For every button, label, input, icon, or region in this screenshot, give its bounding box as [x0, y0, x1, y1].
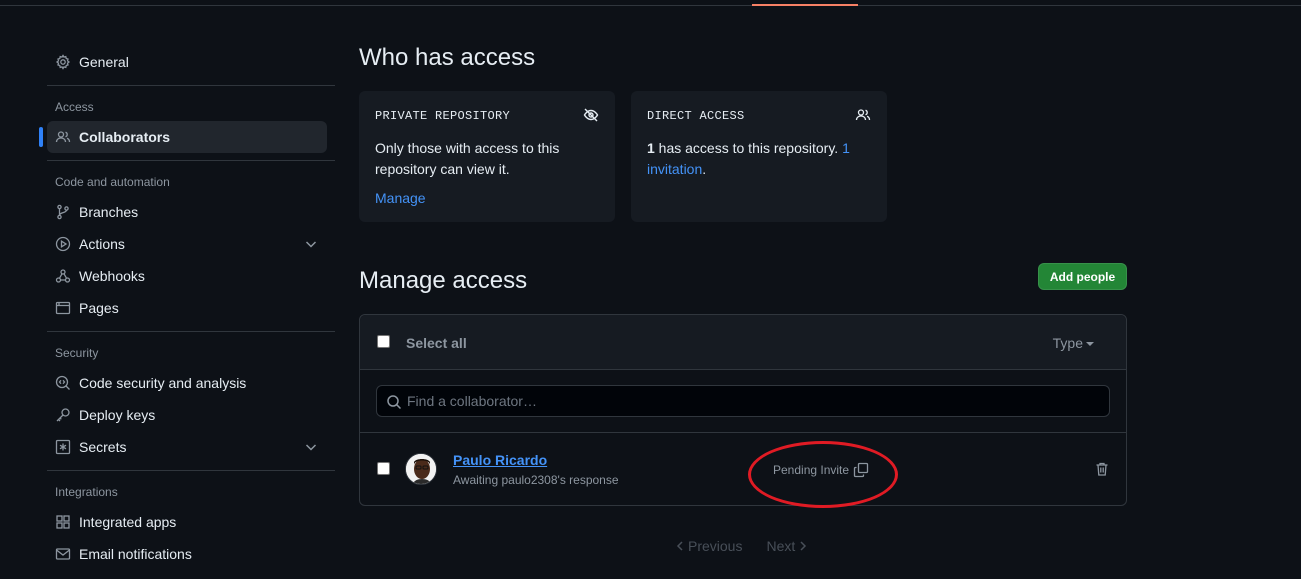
period: . — [702, 161, 707, 177]
search-field — [376, 385, 1110, 417]
direct-access-card: DIRECT ACCESS 1 has access to this repos… — [631, 91, 887, 222]
sidebar-item-label: Webhooks — [79, 268, 145, 284]
chevron-left-icon — [676, 541, 683, 551]
collaborators-box: Select all Type Find a collaborator… Pau… — [359, 314, 1127, 506]
section-heading-security: Security — [55, 346, 99, 360]
card-text: Only those with access to this repositor… — [375, 140, 560, 177]
access-count: 1 — [647, 140, 655, 156]
type-filter-label: Type — [1052, 335, 1083, 351]
sidebar-item-webhooks[interactable]: Webhooks — [47, 260, 335, 292]
next-label: Next — [766, 538, 796, 554]
select-all-label: Select all — [406, 335, 467, 351]
manage-link[interactable]: Manage — [375, 190, 426, 206]
browser-icon — [55, 300, 71, 316]
page-title: Who has access — [359, 44, 536, 71]
sidebar-item-branches[interactable]: Branches — [47, 196, 335, 228]
sidebar-item-pages[interactable]: Pages — [47, 292, 335, 324]
sidebar-item-label: Code security and analysis — [79, 375, 247, 391]
sidebar-item-integrated-apps[interactable]: Integrated apps — [47, 506, 335, 538]
trash-icon[interactable] — [1094, 461, 1110, 477]
sidebar-item-label: Branches — [79, 204, 139, 220]
collaborator-status: Awaiting paulo2308's response — [453, 473, 619, 487]
annotation-circle — [748, 441, 898, 508]
apps-icon — [55, 514, 71, 530]
codescan-icon — [55, 375, 71, 391]
people-icon — [855, 107, 871, 123]
card-caption: PRIVATE REPOSITORY — [375, 109, 511, 123]
top-nav-bar — [0, 0, 1301, 6]
card-text: 1 has access to this repository. 1 invit… — [647, 138, 871, 180]
webhook-icon — [55, 268, 71, 284]
sidebar-item-actions[interactable]: Actions — [47, 228, 335, 260]
play-icon — [55, 236, 71, 252]
sidebar-item-label: Deploy keys — [79, 407, 156, 423]
chevron-down-icon[interactable] — [303, 439, 319, 455]
mail-icon — [55, 546, 71, 562]
next-page-button[interactable]: Next — [766, 538, 811, 554]
box-header: Select all Type — [360, 315, 1126, 370]
search-section — [360, 370, 1126, 433]
chevron-down-icon[interactable] — [303, 236, 319, 252]
select-all-checkbox[interactable] — [377, 335, 390, 348]
avatar[interactable] — [405, 453, 437, 485]
section-heading-integrations: Integrations — [55, 485, 118, 499]
sidebar-item-label: Integrated apps — [79, 514, 177, 530]
divider — [47, 331, 335, 332]
sidebar-item-label: Collaborators — [79, 129, 171, 145]
settings-sidebar: General Access Collaborators Code and au… — [39, 46, 335, 570]
sidebar-item-label: Email notifications — [79, 546, 192, 562]
sidebar-item-label: Pages — [79, 300, 119, 316]
search-icon — [386, 394, 402, 410]
collaborator-name-link[interactable]: Paulo Ricardo — [453, 452, 547, 468]
sidebar-item-deploy-keys[interactable]: Deploy keys — [47, 399, 335, 431]
manage-access-title: Manage access — [359, 267, 528, 294]
caret-down-icon — [1086, 342, 1094, 347]
sidebar-item-label: General — [79, 54, 129, 70]
key-icon — [55, 407, 71, 423]
sidebar-item-email-notifications[interactable]: Email notifications — [47, 538, 335, 570]
previous-page-button[interactable]: Previous — [672, 538, 742, 554]
chevron-right-icon — [800, 541, 807, 551]
sidebar-item-label: Secrets — [79, 439, 127, 455]
divider — [47, 85, 335, 86]
git-branch-icon — [55, 204, 71, 220]
type-filter-dropdown[interactable]: Type — [1053, 335, 1094, 351]
gear-icon — [55, 54, 71, 70]
collaborator-row: Paulo Ricardo Awaiting paulo2308's respo… — [360, 433, 1126, 504]
divider — [47, 470, 335, 471]
add-people-button[interactable]: Add people — [1038, 263, 1127, 290]
section-heading-code-automation: Code and automation — [55, 175, 170, 189]
people-icon — [55, 129, 71, 145]
sidebar-item-label: Actions — [79, 236, 125, 252]
sidebar-item-secrets[interactable]: Secrets — [47, 431, 335, 463]
pagination: Previous Next — [672, 538, 835, 554]
section-heading-access: Access — [55, 100, 94, 114]
sidebar-item-collaborators[interactable]: Collaborators — [39, 121, 327, 153]
sidebar-item-general[interactable]: General — [47, 46, 335, 78]
collaborator-checkbox[interactable] — [377, 462, 390, 475]
divider — [47, 160, 335, 161]
asterisk-icon — [55, 439, 71, 455]
eye-closed-icon — [583, 107, 599, 123]
active-tab-indicator — [752, 4, 858, 6]
sidebar-item-code-security[interactable]: Code security and analysis — [47, 367, 335, 399]
previous-label: Previous — [688, 538, 743, 554]
private-repository-card: PRIVATE REPOSITORY Only those with acces… — [359, 91, 615, 222]
find-collaborator-input[interactable] — [407, 386, 1107, 416]
card-caption: DIRECT ACCESS — [647, 109, 745, 123]
access-text: has access to this repository. — [654, 140, 843, 156]
